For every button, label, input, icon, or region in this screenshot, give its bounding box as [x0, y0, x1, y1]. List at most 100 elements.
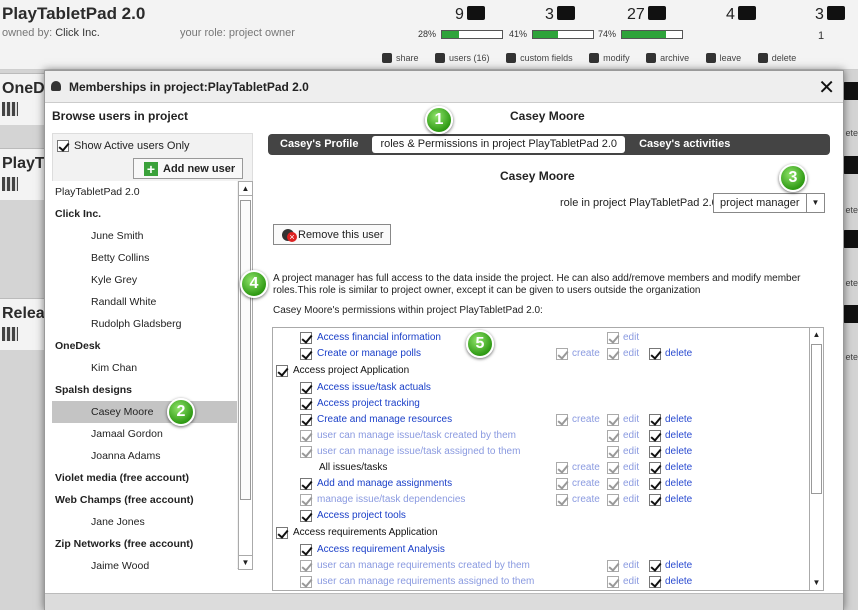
edit-checkbox[interactable]	[607, 462, 619, 474]
edit-checkbox[interactable]	[607, 348, 619, 360]
user-list-item[interactable]: Jamaal Gordon	[52, 423, 237, 445]
role-select[interactable]: project manager ▼	[713, 193, 825, 213]
organization-group[interactable]: Zip Networks (free account)	[52, 533, 237, 555]
scroll-up-icon[interactable]: ▲	[810, 328, 823, 342]
edit-checkbox[interactable]	[607, 446, 619, 458]
users-icon[interactable]	[842, 230, 858, 248]
close-icon[interactable]: ✕	[818, 75, 835, 100]
delete-checkbox[interactable]	[649, 430, 661, 442]
user-list-item[interactable]: Joanna Adams	[52, 445, 237, 467]
delete-link[interactable]: ete	[845, 128, 858, 138]
scroll-down-icon[interactable]: ▼	[810, 576, 823, 590]
create-checkbox[interactable]	[556, 462, 568, 474]
permission-checkbox[interactable]	[300, 494, 312, 506]
delete-checkbox[interactable]	[649, 462, 661, 474]
permission-label[interactable]: Access financial information	[317, 330, 441, 346]
stat-puzzle[interactable]: 3	[545, 6, 575, 24]
permission-checkbox[interactable]	[300, 398, 312, 410]
users-button[interactable]: users (16)	[435, 53, 490, 63]
scroll-up-icon[interactable]: ▲	[239, 182, 252, 196]
permission-checkbox[interactable]	[300, 510, 312, 522]
project-root[interactable]: PlayTabletPad 2.0	[52, 181, 237, 203]
delete-checkbox[interactable]	[649, 576, 661, 588]
create-checkbox[interactable]	[556, 494, 568, 506]
user-list-item[interactable]: Kim Chan	[52, 357, 237, 379]
stat-megaphone[interactable]: 9	[455, 6, 485, 24]
edit-checkbox[interactable]	[607, 332, 619, 344]
edit-checkbox[interactable]	[607, 560, 619, 572]
leave-button[interactable]: leave	[706, 53, 742, 63]
user-list-item[interactable]: Jaime Wood	[52, 555, 237, 570]
show-active-toggle[interactable]: Show Active users Only	[57, 140, 190, 152]
permissions-scrollbar[interactable]: ▲ ▼	[809, 328, 823, 590]
user-list-scrollbar[interactable]: ▲ ▼	[238, 181, 253, 570]
permission-checkbox[interactable]	[300, 382, 312, 394]
create-checkbox[interactable]	[556, 348, 568, 360]
permission-checkbox[interactable]	[300, 348, 312, 360]
checkbox[interactable]	[57, 140, 69, 152]
user-list-item[interactable]: Rudolph Gladsberg	[52, 313, 237, 335]
delete-checkbox[interactable]	[649, 446, 661, 458]
users-icon[interactable]	[842, 305, 858, 323]
permission-checkbox[interactable]	[300, 446, 312, 458]
permission-checkbox[interactable]	[300, 332, 312, 344]
permission-checkbox[interactable]	[276, 365, 288, 377]
user-list-item[interactable]: Betty Collins	[52, 247, 237, 269]
permission-label[interactable]: Create and manage resources	[317, 412, 452, 428]
edit-checkbox[interactable]	[607, 494, 619, 506]
edit-checkbox[interactable]	[607, 430, 619, 442]
share-button[interactable]: share	[382, 53, 419, 63]
project-title[interactable]: PlayTabletPad 2.0	[2, 4, 145, 24]
permission-checkbox[interactable]	[300, 544, 312, 556]
tab-activities[interactable]: Casey's activities	[631, 136, 738, 153]
user-list-item[interactable]: Randall White	[52, 291, 237, 313]
users-icon[interactable]	[842, 156, 858, 174]
delete-checkbox[interactable]	[649, 494, 661, 506]
stat-chart[interactable]: 4	[726, 6, 756, 24]
tab-roles-permissions[interactable]: roles & Permissions in project PlayTable…	[372, 136, 626, 153]
scroll-down-icon[interactable]: ▼	[239, 555, 252, 569]
permission-label[interactable]: Access project tracking	[317, 396, 420, 412]
delete-link[interactable]: ete	[845, 278, 858, 288]
project-row[interactable]: OneD	[0, 73, 45, 125]
edit-checkbox[interactable]	[607, 414, 619, 426]
chevron-down-icon[interactable]: ▼	[806, 194, 824, 212]
permission-label[interactable]: Add and manage assignments	[317, 476, 452, 492]
create-checkbox[interactable]	[556, 478, 568, 490]
user-list-item[interactable]: Casey Moore	[52, 401, 237, 423]
permission-checkbox[interactable]	[300, 478, 312, 490]
permission-checkbox[interactable]	[300, 576, 312, 588]
users-icon[interactable]	[842, 82, 858, 100]
permission-checkbox[interactable]	[300, 414, 312, 426]
stat-camera[interactable]: 27	[627, 6, 666, 24]
delete-link[interactable]: ete	[845, 352, 858, 362]
delete-link[interactable]: ete	[845, 205, 858, 215]
modify-button[interactable]: modify	[589, 53, 630, 63]
delete-button[interactable]: delete	[758, 53, 797, 63]
permission-checkbox[interactable]	[300, 430, 312, 442]
organization-group[interactable]: Spalsh designs	[52, 379, 237, 401]
scroll-thumb[interactable]	[240, 200, 251, 500]
create-checkbox[interactable]	[556, 414, 568, 426]
tab-profile[interactable]: Casey's Profile	[272, 136, 366, 153]
organization-group[interactable]: OneDesk	[52, 335, 237, 357]
delete-checkbox[interactable]	[649, 560, 661, 572]
permission-checkbox[interactable]	[300, 560, 312, 572]
organization-group[interactable]: Web Champs (free account)	[52, 489, 237, 511]
delete-checkbox[interactable]	[649, 348, 661, 360]
remove-user-button[interactable]: Remove this user	[273, 224, 391, 245]
organization-group[interactable]: Click Inc.	[52, 203, 237, 225]
edit-checkbox[interactable]	[607, 576, 619, 588]
stat-users[interactable]: 3	[815, 6, 845, 24]
delete-checkbox[interactable]	[649, 478, 661, 490]
organization-group[interactable]: Violet media (free account)	[52, 467, 237, 489]
custom-fields-button[interactable]: custom fields	[506, 53, 573, 63]
project-row[interactable]: Relea	[0, 298, 45, 350]
archive-button[interactable]: archive	[646, 53, 689, 63]
scroll-thumb[interactable]	[811, 344, 822, 494]
project-row[interactable]: PlayT	[0, 148, 45, 200]
permission-checkbox[interactable]	[276, 527, 288, 539]
delete-checkbox[interactable]	[649, 414, 661, 426]
add-user-button[interactable]: + Add new user	[133, 158, 243, 179]
user-list-item[interactable]: June Smith	[52, 225, 237, 247]
